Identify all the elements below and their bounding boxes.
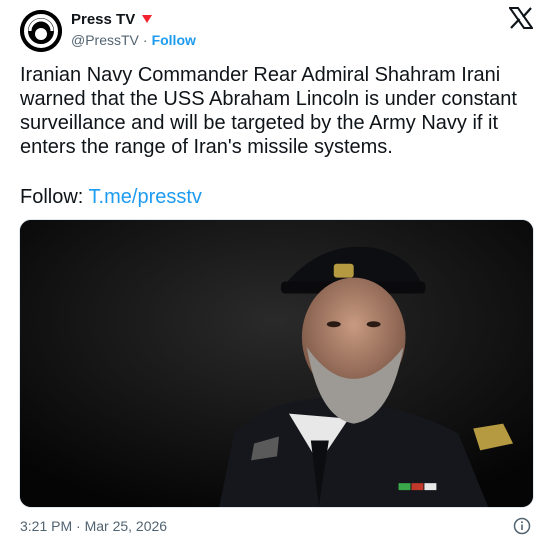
follow-button[interactable]: Follow <box>152 32 196 48</box>
tweet-card: Press TV @PressTV · Follow Iranian Navy … <box>0 0 548 541</box>
presstv-logo-avatar-icon <box>20 10 62 52</box>
tweet-follow-line: Follow: T.me/presstv <box>20 185 530 209</box>
separator-dot: · <box>142 32 148 48</box>
author-handle[interactable]: @PressTV <box>71 32 139 48</box>
telegram-link[interactable]: T.me/presstv <box>89 186 202 208</box>
author-handle-row: @PressTV · Follow <box>71 31 196 49</box>
officer-portrait-image <box>20 220 533 507</box>
author-avatar[interactable] <box>20 10 62 52</box>
info-circle-icon[interactable] <box>513 517 531 535</box>
red-triangle-badge-icon <box>142 15 153 23</box>
tweet-text: Iranian Navy Commander Rear Admiral Shah… <box>20 64 517 158</box>
tweet-timestamp[interactable]: 3:21 PM · Mar 25, 2026 <box>20 518 167 534</box>
x-logo-icon[interactable] <box>509 7 533 29</box>
author-name-row: Press TV <box>71 9 153 29</box>
tweet-media-photo[interactable] <box>19 219 534 508</box>
follow-prefix: Follow: <box>20 186 89 208</box>
author-name[interactable]: Press TV <box>71 11 135 28</box>
